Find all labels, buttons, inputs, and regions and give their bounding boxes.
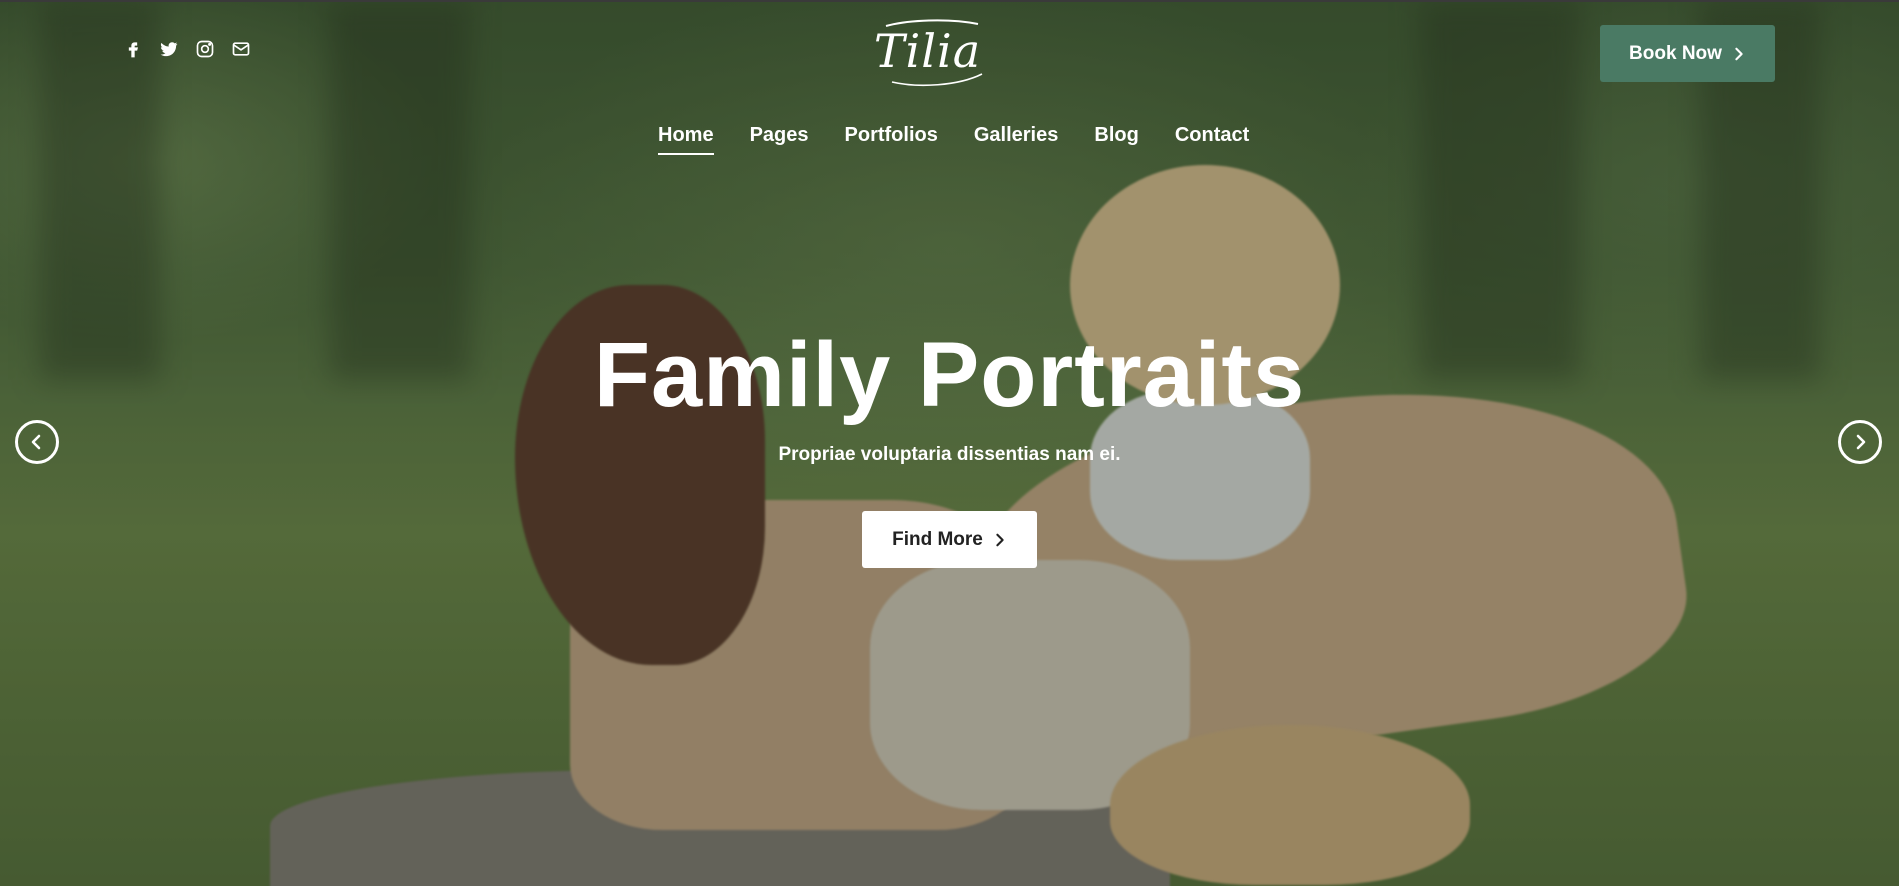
slider-next-button[interactable] bbox=[1838, 420, 1882, 464]
find-more-label: Find More bbox=[892, 528, 983, 550]
nav-item-pages[interactable]: Pages bbox=[750, 124, 809, 155]
facebook-icon[interactable] bbox=[122, 38, 144, 60]
top-border bbox=[0, 0, 1899, 2]
social-links bbox=[122, 38, 252, 60]
hero-subtitle: Propriae voluptaria dissentias nam ei. bbox=[778, 444, 1121, 465]
book-now-button[interactable]: Book Now bbox=[1600, 25, 1775, 82]
main-nav: Home Pages Portfolios Galleries Blog Con… bbox=[658, 124, 1285, 155]
nav-item-contact[interactable]: Contact bbox=[1175, 124, 1249, 155]
nav-item-portfolios[interactable]: Portfolios bbox=[845, 124, 938, 155]
book-now-label: Book Now bbox=[1629, 42, 1722, 64]
envelope-icon[interactable] bbox=[230, 38, 252, 60]
chevron-right-icon bbox=[1856, 434, 1866, 450]
hero-title: Family Portraits bbox=[593, 324, 1306, 426]
hero-slider: Tilia Book Now Home Pages Portfolios Gal… bbox=[0, 0, 1899, 886]
nav-item-home[interactable]: Home bbox=[658, 124, 714, 155]
logo-flourish bbox=[885, 19, 983, 87]
chevron-right-icon bbox=[1735, 47, 1743, 60]
chevron-left-icon bbox=[31, 434, 41, 450]
slider-prev-button[interactable] bbox=[15, 420, 59, 464]
nav-item-galleries[interactable]: Galleries bbox=[974, 124, 1059, 155]
find-more-button[interactable]: Find More bbox=[862, 511, 1037, 568]
instagram-icon[interactable] bbox=[194, 38, 216, 60]
nav-item-blog[interactable]: Blog bbox=[1094, 124, 1138, 155]
chevron-right-icon bbox=[996, 533, 1004, 546]
twitter-icon[interactable] bbox=[158, 38, 180, 60]
